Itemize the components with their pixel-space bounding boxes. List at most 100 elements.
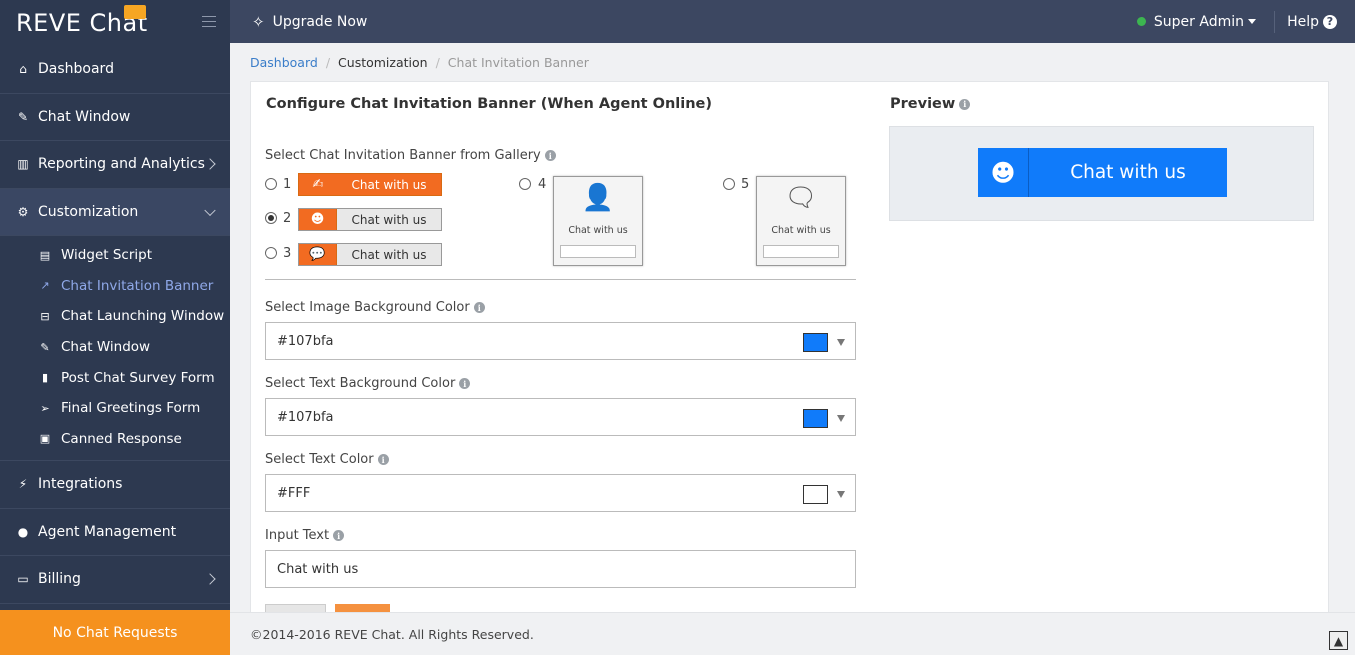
breadcrumb-customization[interactable]: Customization	[338, 55, 428, 70]
submenu-item-widget-script[interactable]: ▤ Widget Script	[0, 240, 230, 271]
question-icon: ?	[1323, 14, 1337, 29]
user-menu[interactable]: Super Admin	[1136, 0, 1256, 43]
topbar-divider	[1274, 11, 1275, 33]
app-logo[interactable]: REVE Chat	[0, 0, 230, 46]
gear-icon: ⚙	[17, 204, 29, 219]
submenu-item-label: Canned Response	[61, 430, 182, 447]
breadcrumb-separator: /	[435, 55, 440, 70]
gallery-card-4[interactable]: 👤 Chat with us	[553, 176, 643, 266]
agent-chat-icon: ☻	[978, 148, 1029, 197]
home-icon: ⌂	[19, 62, 27, 77]
help-button[interactable]: Help ?	[1287, 0, 1337, 43]
sidebar-item-label: Agent Management	[38, 523, 177, 540]
agent-chat-icon: ☻	[299, 209, 337, 230]
caret-down-icon	[1248, 19, 1256, 24]
gallery-card-text: Chat with us	[771, 225, 831, 236]
gallery-banner-2[interactable]: ☻ Chat with us	[298, 208, 442, 231]
upgrade-label: Upgrade Now	[272, 13, 368, 30]
pencil-chat-icon: ✍	[299, 174, 337, 195]
sidebar-item-reporting[interactable]: ▥ Reporting and Analytics	[0, 141, 230, 189]
gallery-number-2: 2	[283, 211, 292, 226]
window-icon: ⊟	[40, 309, 50, 323]
breadcrumb: Dashboard / Customization / Chat Invitat…	[250, 55, 589, 70]
submenu-item-chat-launching-window[interactable]: ⊟ Chat Launching Window	[0, 301, 230, 332]
logo-bubble-icon	[124, 5, 146, 19]
vertical-scrollbar[interactable]	[1348, 43, 1355, 612]
text-color-select[interactable]: #FFF	[265, 474, 856, 512]
input-text-field[interactable]: Chat with us	[265, 550, 856, 588]
submenu-item-label: Chat Launching Window	[61, 308, 225, 325]
no-chat-requests-status[interactable]: No Chat Requests	[0, 610, 230, 655]
gallery-card-5[interactable]: 🗨 Chat with us	[756, 176, 846, 266]
agent-speech-icon: 👤	[581, 183, 615, 213]
gallery-radio-5[interactable]	[723, 178, 735, 190]
gallery-radio-2[interactable]	[265, 212, 277, 224]
page-title: Configure Chat Invitation Banner (When A…	[266, 96, 713, 112]
chevron-right-icon	[204, 158, 216, 170]
text-color-swatch	[803, 485, 828, 504]
submenu-item-label: Final Greetings Form	[61, 400, 201, 417]
gallery-banner-3[interactable]: 💬 Chat with us	[298, 243, 442, 266]
gallery-radio-3[interactable]	[265, 247, 277, 259]
info-icon[interactable]: i	[959, 98, 971, 110]
upgrade-now-button[interactable]: ✧ Upgrade Now	[230, 13, 367, 31]
gallery-label-text: Select Chat Invitation Banner from Galle…	[265, 148, 541, 163]
gallery-number-5: 5	[741, 177, 750, 192]
edit-icon: ✎	[17, 109, 29, 124]
sidebar-item-billing[interactable]: ▭ Billing	[0, 556, 230, 604]
hamburger-menu-icon[interactable]	[202, 16, 216, 31]
info-icon[interactable]: i	[333, 530, 345, 541]
copyright-text: ©2014-2016 REVE Chat. All Rights Reserve…	[250, 627, 534, 642]
sidebar-item-label: Chat Window	[38, 108, 131, 125]
edit-icon: ✎	[40, 340, 50, 354]
preview-title-text: Preview	[890, 96, 956, 112]
submenu-item-post-chat-survey[interactable]: ▮ Post Chat Survey Form	[0, 362, 230, 393]
save-button[interactable]	[335, 604, 390, 612]
plug-icon: ⚡	[18, 477, 28, 492]
submenu-item-chat-window[interactable]: ✎ Chat Window	[0, 332, 230, 363]
submenu-item-label: Chat Invitation Banner	[61, 277, 214, 294]
sidebar-item-label: Dashboard	[38, 61, 114, 78]
sidebar-item-agent-management[interactable]: ● Agent Management	[0, 509, 230, 557]
text-bg-color-select[interactable]: #107bfa	[265, 398, 856, 436]
dropdown-arrow-icon	[837, 339, 845, 346]
gallery-radio-4[interactable]	[519, 178, 531, 190]
info-icon[interactable]: i	[459, 378, 471, 389]
text-color-value: #FFF	[277, 485, 311, 501]
chevron-down-icon	[204, 204, 216, 216]
sidebar-item-dashboard[interactable]: ⌂ Dashboard	[0, 46, 230, 94]
text-bg-label-text: Select Text Background Color	[265, 376, 456, 391]
info-icon[interactable]: i	[544, 150, 556, 161]
chat-bubbles-icon: 🗨	[784, 183, 818, 213]
submenu-item-label: Chat Window	[61, 339, 151, 356]
gallery-number-1: 1	[283, 177, 292, 192]
reset-button[interactable]	[265, 604, 326, 612]
info-icon[interactable]: i	[377, 454, 389, 465]
breadcrumb-dashboard[interactable]: Dashboard	[250, 55, 318, 70]
sidebar-item-chat-window[interactable]: ✎ Chat Window	[0, 94, 230, 141]
footer: ©2014-2016 REVE Chat. All Rights Reserve…	[230, 612, 1355, 655]
gallery-banner-text: Chat with us	[351, 247, 427, 262]
submenu-item-chat-invitation-banner[interactable]: ↗ Chat Invitation Banner	[0, 271, 230, 302]
submenu-item-label: Widget Script	[61, 247, 152, 264]
image-bg-color-select[interactable]: #107bfa	[265, 322, 856, 360]
breadcrumb-current: Chat Invitation Banner	[447, 55, 589, 70]
gallery-radio-1[interactable]	[265, 178, 277, 190]
sidebar-item-label: Integrations	[38, 476, 123, 493]
help-label: Help	[1287, 13, 1319, 30]
gallery-card-text: Chat with us	[568, 225, 628, 236]
sidebar: REVE Chat ⌂ Dashboard ✎ Chat Window ▥ Re…	[0, 0, 230, 655]
submenu-item-final-greetings[interactable]: ➢ Final Greetings Form	[0, 393, 230, 424]
info-icon[interactable]: i	[473, 302, 485, 313]
money-icon: ▭	[17, 572, 29, 587]
customization-submenu: ▤ Widget Script ↗ Chat Invitation Banner…	[0, 236, 230, 462]
sidebar-item-customization[interactable]: ⚙ Customization	[0, 188, 230, 236]
scroll-to-top-icon[interactable]: ▲	[1329, 631, 1348, 650]
sidebar-item-integrations[interactable]: ⚡ Integrations	[0, 461, 230, 509]
gallery-banner-1[interactable]: ✍ Chat with us	[298, 173, 442, 196]
submenu-item-canned-response[interactable]: ▣ Canned Response	[0, 424, 230, 455]
image-bg-color-swatch	[803, 333, 828, 352]
preview-banner[interactable]: ☻ Chat with us	[978, 148, 1227, 197]
section-divider	[265, 279, 856, 280]
online-status-icon	[1136, 17, 1146, 26]
